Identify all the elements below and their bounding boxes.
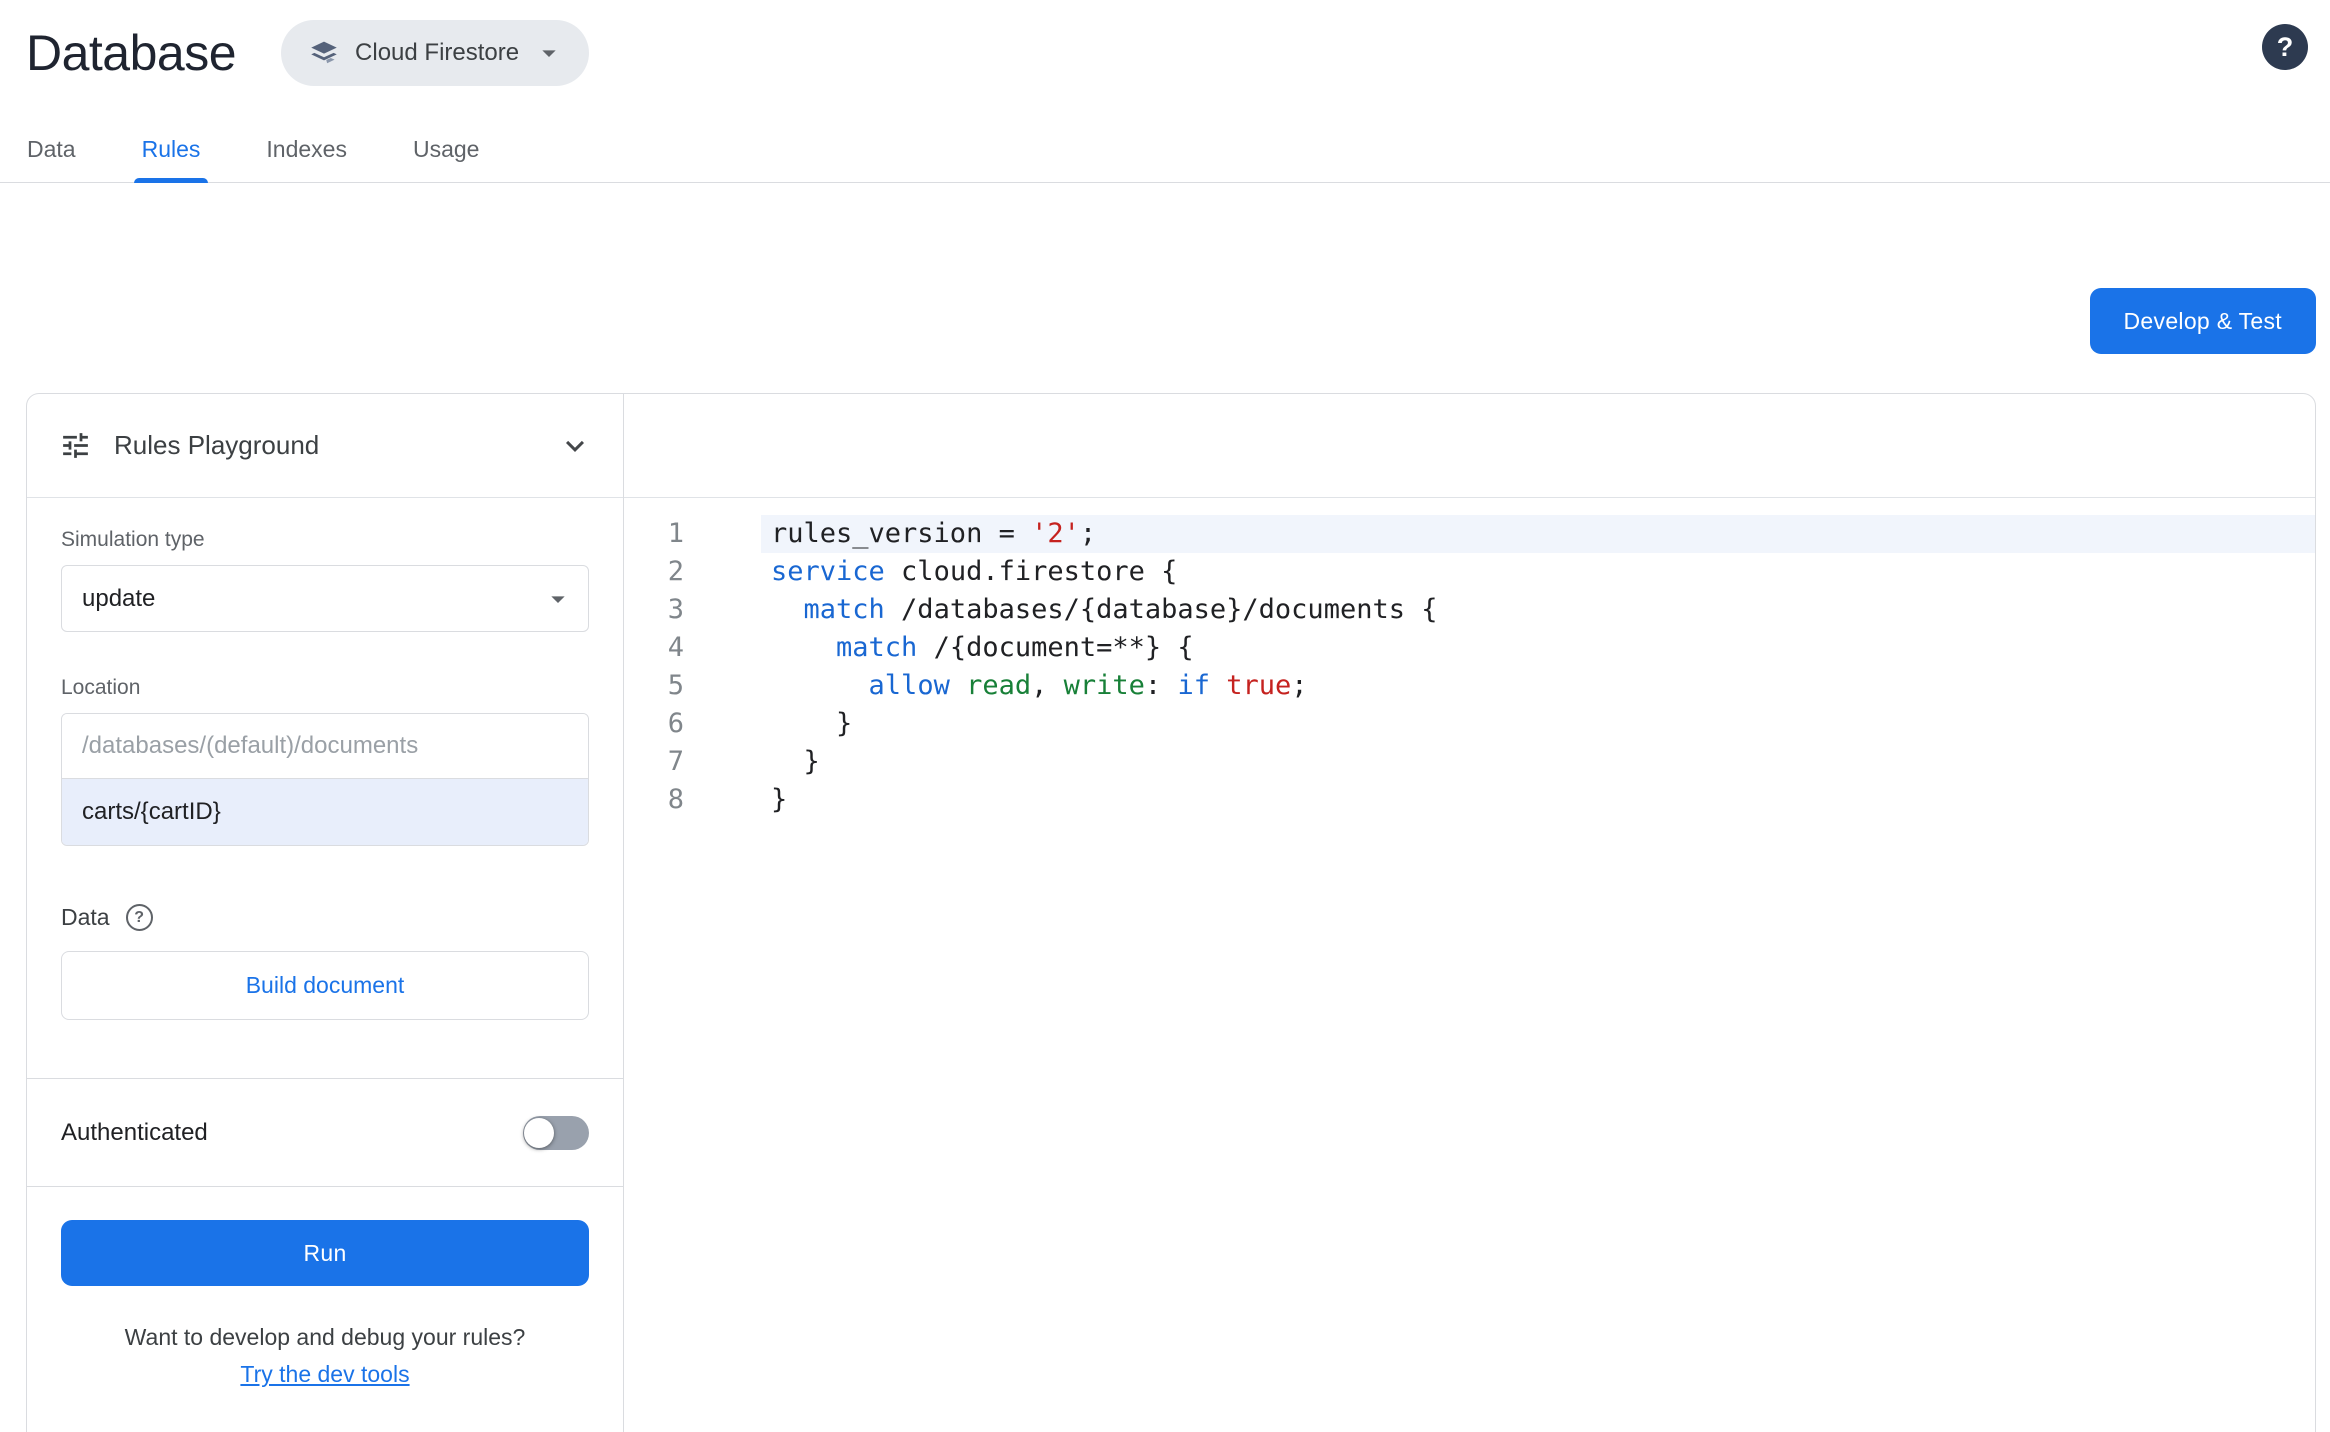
location-label: Location	[61, 676, 141, 699]
run-button[interactable]: Run	[61, 1220, 589, 1286]
rules-playground-title: Rules Playground	[114, 430, 320, 460]
rules-editor: 1 2 3 4 5 6 7 8 rules_version = '2'; service clo…	[624, 394, 2315, 1432]
location-prefix: /databases/(default)/documents	[62, 714, 588, 779]
line-number: 8	[667, 784, 684, 815]
tab-usage[interactable]: Usage	[405, 135, 487, 182]
data-label: Data	[61, 904, 110, 930]
authenticated-row: Authenticated	[27, 1079, 623, 1186]
database-selector[interactable]: Cloud Firestore	[281, 20, 590, 86]
develop-test-button[interactable]: Develop & Test	[2089, 288, 2316, 354]
tab-rules[interactable]: Rules	[133, 135, 209, 183]
tab-indexes[interactable]: Indexes	[258, 135, 355, 182]
rules-playground-header[interactable]: Rules Playground	[27, 394, 623, 498]
tune-icon	[63, 433, 88, 458]
simulation-type-value: update	[82, 584, 156, 612]
line-number: 5	[667, 670, 684, 701]
code-line[interactable]: allow read, write: if true;	[761, 667, 2315, 705]
authenticated-toggle[interactable]	[523, 1115, 589, 1150]
data-help-glyph: ?	[134, 908, 144, 926]
code-lines[interactable]: rules_version = '2'; service cloud.firest…	[761, 515, 2315, 1432]
line-number-gutter: 1 2 3 4 5 6 7 8	[624, 515, 761, 1432]
code-line[interactable]: service cloud.firestore {	[761, 553, 2315, 591]
line-number: 6	[667, 708, 684, 739]
dev-tools-text: Want to develop and debug your rules?	[124, 1324, 526, 1350]
data-help-icon[interactable]: ?	[125, 904, 153, 931]
collapse-chevron-icon[interactable]	[557, 428, 593, 464]
chevron-down-icon	[542, 50, 556, 57]
dev-tools-link[interactable]: Try the dev tools	[61, 1361, 589, 1388]
tab-data[interactable]: Data	[19, 135, 84, 182]
editor-body: 1 2 3 4 5 6 7 8 rules_version = '2'; service clo…	[624, 498, 2315, 1432]
actions-row: Develop & Test	[0, 183, 2330, 354]
location-input[interactable]: carts/{cartID}	[62, 779, 588, 845]
code-line[interactable]: match /{document=**} {	[761, 629, 2315, 667]
rules-playground-sidebar: Rules Playground Simulation type update …	[27, 394, 624, 1432]
rules-panel: Rules Playground Simulation type update …	[26, 393, 2316, 1432]
help-button[interactable]: ?	[2262, 24, 2308, 70]
simulation-type-select[interactable]: update	[61, 565, 589, 632]
line-number: 3	[667, 594, 684, 625]
run-section: Run Want to develop and debug your rules…	[27, 1187, 623, 1388]
help-glyph: ?	[2276, 31, 2294, 62]
data-section-header: Data ?	[61, 904, 589, 931]
database-selector-label: Cloud Firestore	[355, 39, 520, 66]
code-line[interactable]: }	[761, 705, 2315, 743]
playground-form: Simulation type update Location /databas…	[27, 498, 623, 1078]
select-arrow-icon	[551, 595, 565, 603]
simulation-type-label: Simulation type	[61, 528, 205, 551]
location-input-group: /databases/(default)/documents carts/{ca…	[61, 713, 589, 846]
line-number: 1	[667, 518, 684, 549]
toggle-knob	[524, 1117, 554, 1148]
tab-bar: Data Rules Indexes Usage	[0, 86, 2330, 183]
code-line[interactable]: match /databases/{database}/documents {	[761, 591, 2315, 629]
line-number: 4	[667, 632, 684, 663]
code-line[interactable]: }	[761, 781, 2315, 819]
topbar: Database Cloud Firestore ?	[0, 0, 2330, 86]
page-title: Database	[26, 25, 237, 81]
authenticated-label: Authenticated	[61, 1118, 208, 1146]
line-number: 2	[667, 556, 684, 587]
code-line[interactable]: }	[761, 743, 2315, 781]
firestore-database-page: Database Cloud Firestore ? Data Rules In…	[0, 0, 2330, 1432]
code-line[interactable]: rules_version = '2';	[761, 515, 2315, 553]
build-document-button[interactable]: Build document	[61, 951, 589, 1020]
line-number: 7	[667, 746, 684, 777]
cloud-firestore-icon	[311, 41, 337, 64]
editor-header	[624, 394, 2315, 498]
